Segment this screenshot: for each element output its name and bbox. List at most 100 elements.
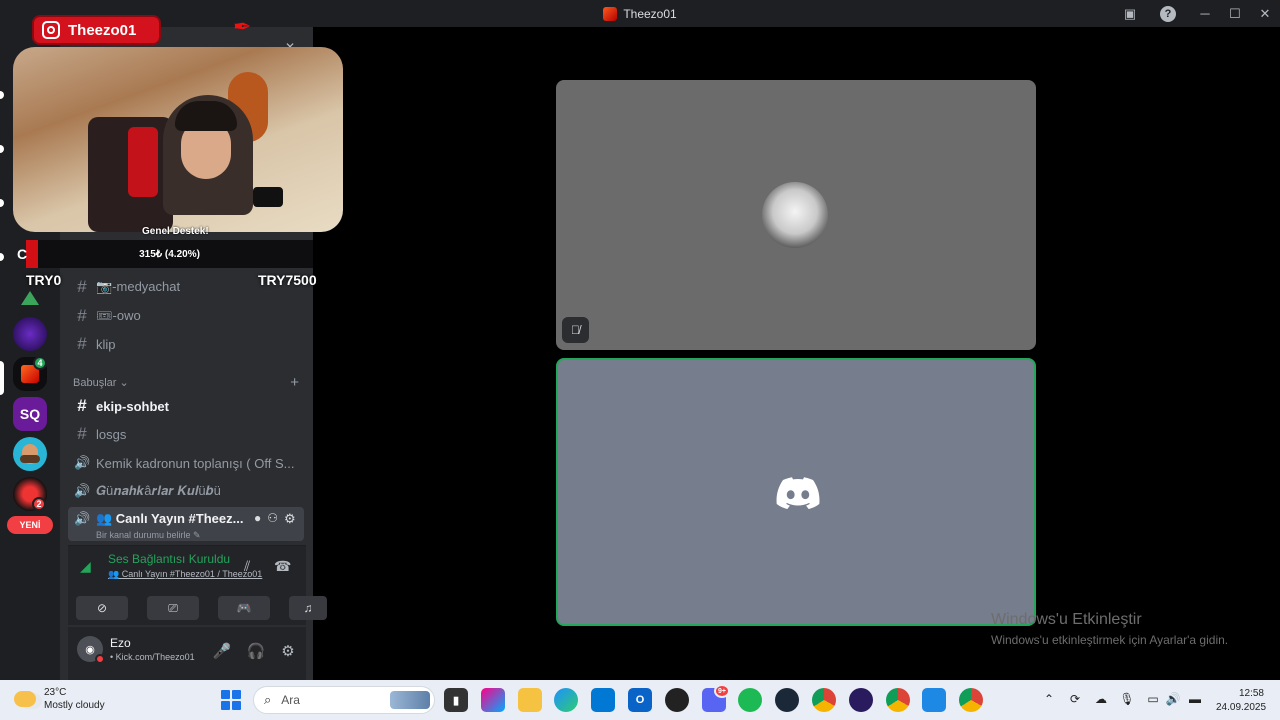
activity-button[interactable]: 🎮 — [218, 596, 270, 620]
video-tile-user[interactable]: 🎙̸ — [556, 80, 1036, 350]
task-view-icon[interactable]: ▮ — [444, 688, 468, 712]
speaker-icon: 🔊 — [74, 455, 91, 470]
cut-letter: C — [17, 246, 28, 262]
channel-losgs[interactable]: # losgs — [68, 421, 304, 447]
phone-shape — [253, 187, 283, 207]
time: 12:58 — [1238, 688, 1264, 699]
search-placeholder: Ara — [281, 693, 300, 707]
user-panel: ◉ Ezo • Kick.com/Theezo01 🎤 🎧 ⚙ — [68, 627, 306, 680]
edge-icon[interactable] — [554, 688, 578, 712]
network-icon[interactable]: ▭ — [1144, 690, 1162, 708]
server-voice-badge: 4 — [33, 356, 47, 370]
channel-owo[interactable]: # 🎟-owo — [68, 303, 304, 329]
battery-icon[interactable]: ▬ — [1186, 690, 1204, 708]
voice-channel-gunahkarlar[interactable]: 🔊 𝑮ü𝒏𝒂𝒉𝒌â𝒓𝒍𝒂𝒓 𝑲𝒖𝒍ü𝒃ü — [68, 478, 304, 504]
cloud-icon — [14, 691, 36, 707]
voice-channel-link[interactable]: 👥 Canlı Yayın #Theezo01 / Theezo01 — [108, 569, 262, 580]
hash-icon: # — [77, 424, 87, 443]
muted-mic-icon: 🎙̸ — [562, 317, 589, 343]
hash-icon: # — [77, 277, 87, 296]
notepad-icon[interactable] — [922, 688, 946, 712]
minimize-button[interactable]: ─ — [1190, 0, 1220, 27]
settings-gear-icon[interactable]: ⚙ — [284, 511, 296, 527]
activation-watermark-title: Windows'u Etkinleştir — [991, 611, 1142, 628]
screen-share-button[interactable]: ⎚ — [147, 596, 199, 620]
add-channel-icon[interactable]: + — [290, 374, 303, 391]
server-icon-purple[interactable] — [13, 317, 47, 351]
video-tile-speaking[interactable] — [556, 358, 1036, 626]
microphone-tray-icon[interactable]: 🎙 — [1118, 690, 1136, 708]
title-bar: Theezo01 ▣ ? ─ ☐ ✕ — [0, 0, 1280, 27]
window-title: Theezo01 — [603, 6, 677, 21]
avatar[interactable]: ◉ — [77, 636, 105, 664]
copilot-icon[interactable] — [481, 688, 505, 712]
clock[interactable]: 12:58 24.09.2025 — [1216, 687, 1266, 715]
new-unread-badge[interactable]: YENİ — [7, 516, 53, 534]
help-icon[interactable]: ? — [1146, 0, 1190, 27]
window-controls: ▣ ? ─ ☐ ✕ — [1114, 0, 1280, 27]
channel-status-hint[interactable]: Bir kanal durumu belirle ✎ — [96, 530, 246, 541]
outlook-icon[interactable]: O — [628, 688, 652, 712]
sync-icon[interactable]: ⟳ — [1066, 690, 1084, 708]
instagram-banner: Theezo01 — [32, 15, 161, 45]
channel-ekip-sohbet[interactable]: # ekip-sohbet — [68, 393, 304, 419]
goal-max: TRY7500 — [258, 272, 317, 288]
voice-connected-panel: ◢ Ses Bağlantısı Kuruldu 👥 Canlı Yayın #… — [68, 545, 327, 625]
onedrive-icon[interactable]: ☁ — [1092, 690, 1110, 708]
temperature: 23°C — [44, 687, 67, 698]
user-settings-icon[interactable]: ⚙ — [276, 639, 300, 663]
disconnect-icon[interactable]: ☎ — [274, 558, 291, 575]
camera-off-button[interactable]: ⊘ — [76, 596, 128, 620]
webcam-overlay — [13, 47, 343, 232]
volume-icon[interactable]: 🔊 — [1164, 690, 1182, 708]
server-icon-avatar[interactable] — [13, 437, 47, 471]
goal-progress-text: 315₺ (4.20%) — [139, 248, 200, 260]
channel-label: klip — [96, 336, 116, 352]
chevron-up-icon[interactable]: ⌃ — [1040, 690, 1058, 708]
chrome-profile-icon[interactable] — [959, 688, 983, 712]
chrome-icon[interactable] — [812, 688, 836, 712]
status-dot — [95, 654, 105, 664]
search-input[interactable]: ⌕ Ara — [253, 686, 435, 714]
server-pip — [0, 145, 4, 153]
server-icon-sq[interactable]: SQ — [13, 397, 47, 431]
channel-klip[interactable]: # klip — [68, 331, 304, 357]
weather-widget[interactable]: 23°C Mostly cloudy — [14, 686, 105, 712]
server-pip — [0, 199, 4, 207]
chat-icon[interactable]: ● — [254, 511, 261, 525]
camera-off-icon: ⊘ — [96, 601, 108, 615]
steam-icon[interactable] — [775, 688, 799, 712]
channel-label: ekip-sohbet — [96, 398, 169, 414]
voice-status[interactable]: Ses Bağlantısı Kuruldu — [108, 552, 230, 566]
close-button[interactable]: ✕ — [1250, 0, 1280, 27]
hair-shape — [175, 101, 237, 131]
discord-badge: 9+ — [714, 684, 730, 698]
spotify-icon[interactable] — [738, 688, 762, 712]
file-explorer-icon[interactable] — [518, 688, 542, 712]
soundboard-button[interactable]: ♫ — [289, 596, 327, 620]
signal-icon: ◢ — [80, 558, 91, 574]
noise-suppression-icon[interactable]: ⫽ — [244, 558, 250, 575]
start-button[interactable] — [221, 690, 241, 710]
app-icon-purple[interactable] — [849, 688, 873, 712]
username[interactable]: Ezo — [110, 636, 131, 650]
window-title-text: Theezo01 — [623, 6, 677, 21]
headphones-icon[interactable]: 🎧 — [244, 639, 268, 663]
inbox-icon[interactable]: ▣ — [1114, 0, 1146, 27]
voice-channel-kemik[interactable]: 🔊 Kemik kadronun toplanışı ( Off S... — [68, 450, 304, 476]
voice-channel-canli-yayin[interactable]: 🔊 👥 Canlı Yayın #Theez... Bir kanal duru… — [68, 507, 304, 541]
server-pip — [0, 91, 4, 99]
goal-min: TRY0 — [26, 272, 62, 288]
instagram-handle: Theezo01 — [68, 21, 137, 39]
invite-icon[interactable]: ⚇ — [267, 511, 278, 525]
chevron-down-icon: ⌄ — [119, 377, 129, 389]
obs-icon[interactable] — [665, 688, 689, 712]
microphone-icon[interactable]: 🎤 — [210, 639, 234, 663]
store-icon[interactable] — [591, 688, 615, 712]
chair-accent-shape — [128, 127, 158, 197]
server-mention-badge: 2 — [32, 497, 46, 511]
channel-label: 𝑮ü𝒏𝒂𝒉𝒌â𝒓𝒍𝒂𝒓 𝑲𝒖𝒍ü𝒃ü — [96, 483, 221, 498]
chrome-profile-icon[interactable] — [886, 688, 910, 712]
category-babuslar[interactable]: Babuşlar ⌄ + — [73, 374, 303, 391]
maximize-button[interactable]: ☐ — [1220, 0, 1250, 27]
